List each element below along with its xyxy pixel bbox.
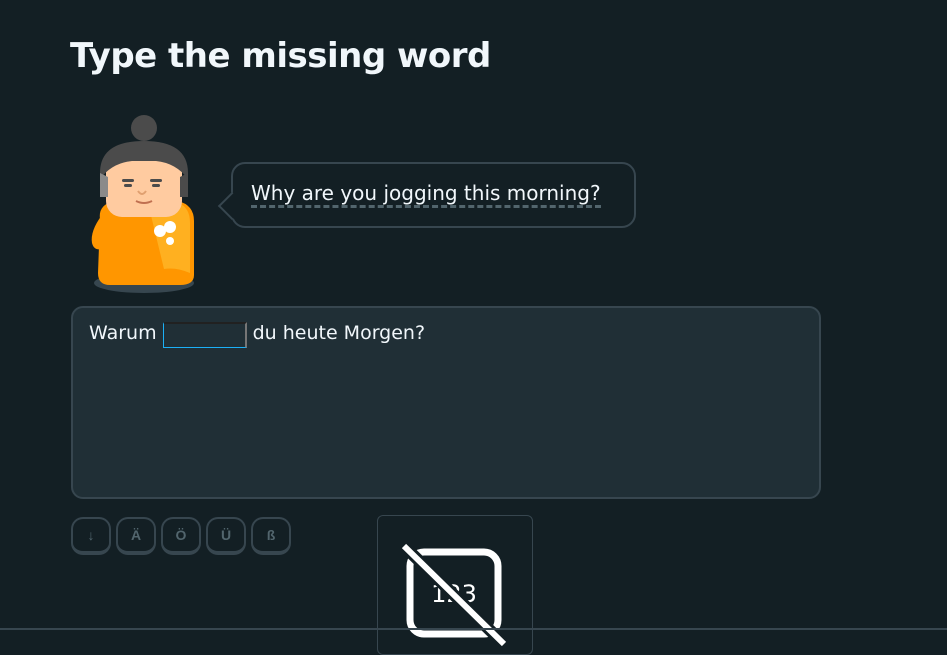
arrow-down-key[interactable]: ↓ [71, 517, 111, 555]
special-characters-bar: ↓ Ä Ö Ü ß [71, 517, 291, 555]
speech-bubble: Why are you jogging this morning? [217, 162, 636, 228]
o-umlaut-key[interactable]: Ö [161, 517, 201, 555]
speech-bubble-tail [217, 191, 247, 221]
missing-word-input[interactable] [162, 322, 247, 348]
keyboard-toggle-button[interactable]: 123 [377, 515, 533, 655]
eszett-key[interactable]: ß [251, 517, 291, 555]
answer-area: Warum du heute Morgen? [71, 306, 821, 499]
sentence: Warum du heute Morgen? [89, 322, 425, 348]
u-umlaut-key[interactable]: Ü [206, 517, 246, 555]
character-lily-icon [91, 115, 194, 293]
prompt-text[interactable]: Why are you jogging this morning? [251, 182, 601, 208]
footer-divider [0, 628, 947, 630]
page-title: Type the missing word [70, 36, 491, 76]
sentence-after: du heute Morgen? [252, 322, 426, 344]
sentence-before: Warum [89, 322, 157, 344]
a-umlaut-key[interactable]: Ä [116, 517, 156, 555]
keyboard-off-icon: 123 [402, 541, 509, 649]
